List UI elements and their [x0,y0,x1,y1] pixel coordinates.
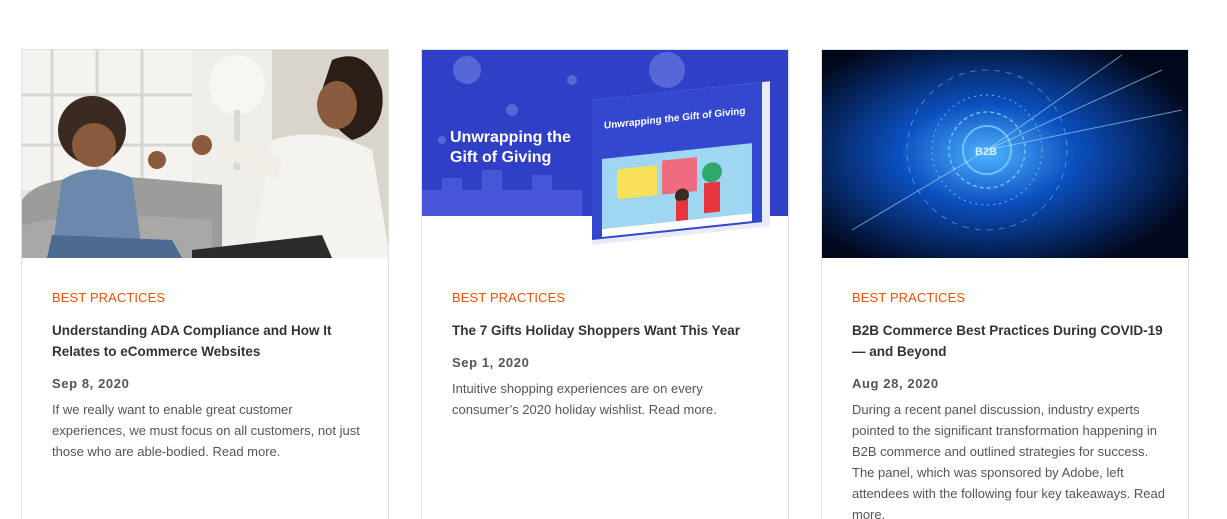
article-date: Sep 1, 2020 [452,355,530,370]
article-category[interactable]: BEST PRACTICES [52,290,368,308]
article-excerpt: Intuitive shopping experiences are on ev… [452,381,717,417]
article-thumbnail[interactable] [22,50,388,258]
b2b-digital-circle: B2B [822,50,1188,258]
banner-text-line2: Gift of Giving [450,149,551,166]
gift-of-giving-ebook: Unwrapping the Gift of Giving Unwrapping… [422,50,788,258]
article-thumbnail[interactable]: Unwrapping the Gift of Giving Unwrapping… [422,50,788,258]
article-date: Aug 28, 2020 [852,376,939,391]
article-excerpt: During a recent panel discussion, indust… [852,399,1168,519]
article-title[interactable]: B2B Commerce Best Practices During COVID… [852,320,1168,362]
article-category[interactable]: BEST PRACTICES [852,290,1168,308]
article-date: Sep 8, 2020 [52,376,130,391]
article-thumbnail[interactable]: B2B [822,50,1188,258]
article-card[interactable]: BEST PRACTICES Understanding ADA Complia… [21,49,389,519]
banner-text-line1: Unwrapping the [450,129,571,146]
article-card[interactable]: Unwrapping the Gift of Giving Unwrapping… [421,49,789,519]
article-category[interactable]: BEST PRACTICES [452,290,768,308]
article-excerpt: If we really want to enable great custom… [52,402,360,459]
read-more-link[interactable]: Read more. [212,444,280,459]
article-title[interactable]: The 7 Gifts Holiday Shoppers Want This Y… [452,320,768,341]
woman-and-girl-photo [22,50,388,258]
article-title[interactable]: Understanding ADA Compliance and How It … [52,320,368,362]
read-more-link[interactable]: Read more. [649,402,717,417]
b2b-label: B2B [975,146,997,158]
article-card[interactable]: B2B BEST PRACTICES B2B Commerce Best Pra… [821,49,1189,519]
